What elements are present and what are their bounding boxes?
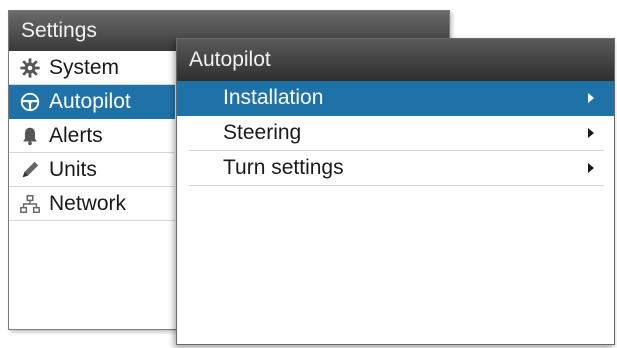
menu-item-label: Turn settings	[223, 156, 344, 179]
autopilot-window: Autopilot Installation Steering Turn set…	[176, 38, 615, 345]
network-icon	[19, 193, 41, 215]
menu-item-steering[interactable]: Steering	[189, 116, 604, 151]
steering-wheel-icon	[19, 91, 41, 113]
chevron-right-icon	[588, 93, 594, 103]
sidebar-item-label: Alerts	[49, 123, 103, 147]
gear-icon	[19, 57, 41, 79]
autopilot-menu: Installation Steering Turn settings	[177, 81, 614, 186]
sidebar-item-alerts[interactable]: Alerts	[9, 119, 175, 153]
chevron-right-icon	[588, 163, 594, 173]
chevron-right-icon	[588, 128, 594, 138]
sidebar-item-units[interactable]: Units	[9, 153, 175, 187]
settings-category-list: System Autopilot Alerts Units Network	[9, 51, 175, 221]
menu-item-turn-settings[interactable]: Turn settings	[189, 151, 604, 186]
sidebar-item-label: Autopilot	[49, 89, 131, 113]
sidebar-item-system[interactable]: System	[9, 51, 175, 85]
menu-item-label: Steering	[223, 121, 302, 144]
sidebar-item-label: System	[49, 55, 120, 79]
sidebar-item-network[interactable]: Network	[9, 187, 175, 221]
menu-item-installation[interactable]: Installation	[177, 81, 614, 116]
sidebar-item-label: Network	[49, 191, 127, 215]
autopilot-title: Autopilot	[177, 39, 614, 81]
pencil-icon	[19, 159, 41, 181]
menu-item-label: Installation	[223, 86, 324, 109]
sidebar-item-autopilot[interactable]: Autopilot	[9, 85, 175, 119]
sidebar-item-label: Units	[49, 157, 97, 181]
bell-icon	[19, 125, 41, 147]
